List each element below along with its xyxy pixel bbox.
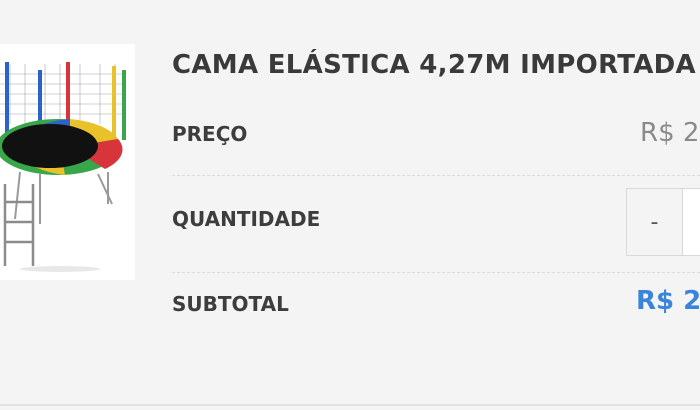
divider — [172, 272, 700, 273]
product-thumbnail[interactable] — [0, 44, 135, 280]
cart-item: CAMA ELÁSTICA 4,27M IMPORTADA PREÇO R$ 2… — [0, 0, 700, 404]
item-separator — [0, 404, 700, 406]
product-title[interactable]: CAMA ELÁSTICA 4,27M IMPORTADA — [172, 50, 696, 80]
price-value: R$ 2 — [640, 118, 700, 148]
subtotal-value: R$ 2. — [636, 286, 700, 316]
quantity-decrease-button[interactable]: - — [626, 188, 682, 256]
price-label: PREÇO — [172, 122, 248, 146]
trampoline-image — [0, 62, 126, 272]
subtotal-label: SUBTOTAL — [172, 292, 289, 316]
quantity-input[interactable] — [682, 188, 700, 256]
quantity-label: QUANTIDADE — [172, 207, 321, 231]
divider — [172, 175, 700, 176]
